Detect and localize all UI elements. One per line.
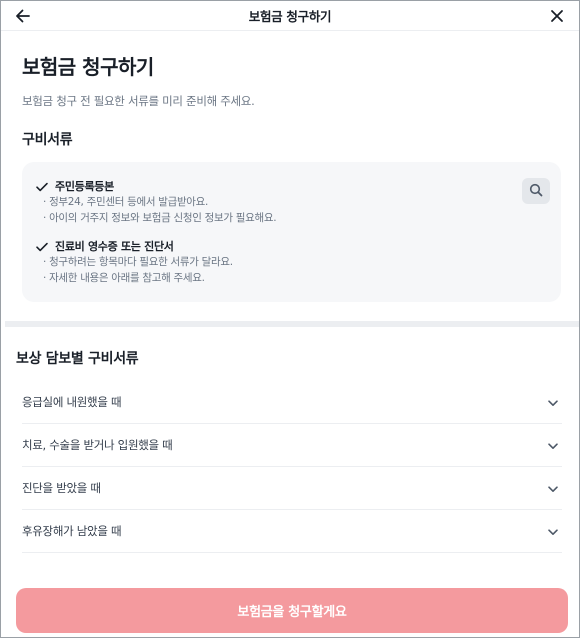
page-subtitle: 보험금 청구 전 필요한 서류를 미리 준비해 주세요. xyxy=(22,94,255,108)
chevron-down-icon xyxy=(546,395,560,409)
accordion-label: 응급실에 내원했을 때 xyxy=(22,395,122,409)
required-docs-heading: 구비서류 xyxy=(22,132,73,148)
close-icon[interactable] xyxy=(547,6,567,26)
accordion-label: 후유장해가 남았을 때 xyxy=(22,524,122,538)
check-icon xyxy=(35,179,49,193)
check-icon xyxy=(35,239,49,253)
chevron-down-icon xyxy=(546,438,560,452)
doc-note: · 정부24, 주민센터 등에서 발급받아요. xyxy=(43,196,209,208)
search-button[interactable] xyxy=(522,178,550,204)
coverage-accordion: 응급실에 내원했을 때 치료, 수술을 받거나 입원했을 때 진단을 받았을 때… xyxy=(22,381,562,553)
submit-claim-label: 보험금을 청구할게요 xyxy=(237,605,347,620)
coverage-docs-heading: 보상 담보별 구비서류 xyxy=(16,351,139,367)
accordion-item[interactable]: 응급실에 내원했을 때 xyxy=(22,381,562,424)
required-docs-card: 주민등록등본 · 정부24, 주민센터 등에서 발급받아요. · 아이의 거주지… xyxy=(22,162,561,302)
top-bar: 보험금 청구하기 xyxy=(1,1,579,31)
doc-note: · 아이의 거주지 정보와 보험금 신청인 정보가 필요해요. xyxy=(43,212,277,224)
header-title: 보험금 청구하기 xyxy=(248,9,332,24)
doc-item: 진료비 영수증 또는 진단서 · 청구하려는 항목마다 필요한 서류가 달라요.… xyxy=(35,238,233,286)
page-title: 보험금 청구하기 xyxy=(22,55,154,79)
doc-title: 주민등록등본 xyxy=(55,180,114,193)
doc-note: · 청구하려는 항목마다 필요한 서류가 달라요. xyxy=(43,256,233,268)
submit-claim-button[interactable]: 보험금을 청구할게요 xyxy=(16,588,568,633)
accordion-label: 진단을 받았을 때 xyxy=(22,481,101,495)
chevron-down-icon xyxy=(546,481,560,495)
search-icon xyxy=(529,182,543,201)
app-frame: 보험금 청구하기 보험금 청구하기 보험금 청구 전 필요한 서류를 미리 준비… xyxy=(0,0,580,638)
doc-item: 주민등록등본 · 정부24, 주민센터 등에서 발급받아요. · 아이의 거주지… xyxy=(35,178,277,226)
accordion-item[interactable]: 치료, 수술을 받거나 입원했을 때 xyxy=(22,424,562,467)
arrow-left-icon[interactable] xyxy=(13,6,33,26)
accordion-label: 치료, 수술을 받거나 입원했을 때 xyxy=(22,438,173,452)
doc-note: · 자세한 내용은 아래를 참고해 주세요. xyxy=(43,272,205,284)
accordion-item[interactable]: 후유장해가 남았을 때 xyxy=(22,510,562,553)
section-divider xyxy=(5,321,579,327)
doc-title: 진료비 영수증 또는 진단서 xyxy=(55,240,174,253)
chevron-down-icon xyxy=(546,524,560,538)
accordion-item[interactable]: 진단을 받았을 때 xyxy=(22,467,562,510)
